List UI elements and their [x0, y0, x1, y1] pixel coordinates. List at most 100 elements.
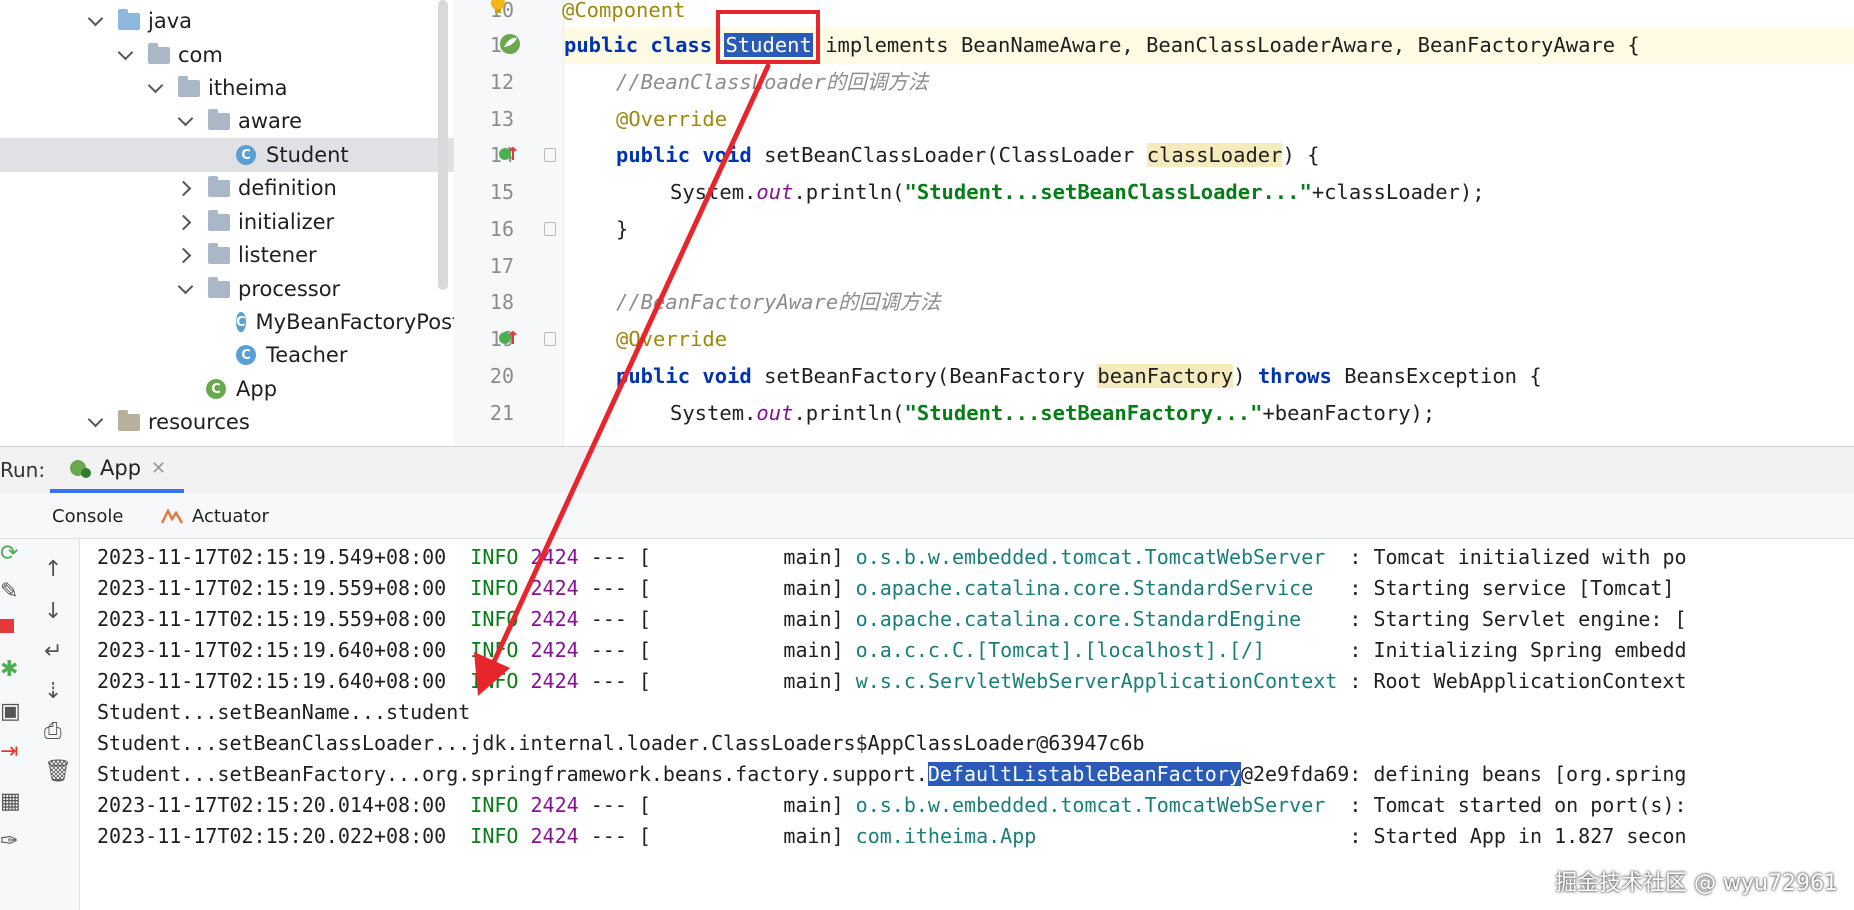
tree-scrollbar[interactable] — [438, 0, 448, 290]
code-editor[interactable]: 10 11 12 13 14 15 16 17 18 19 20 21 @Com… — [454, 0, 1854, 446]
tree-item-definition[interactable]: definition — [0, 171, 454, 205]
separator: --- [ — [590, 824, 651, 848]
logger-name: o.apache.catalina.core.StandardEngine — [855, 607, 1302, 631]
up-arrow-icon[interactable]: ↑ — [44, 557, 62, 582]
tree-item-teacher[interactable]: C Teacher — [0, 338, 454, 372]
camera-icon[interactable]: ▣ — [0, 699, 21, 724]
code-line-13[interactable]: @Override — [616, 101, 727, 138]
restore-icon[interactable]: ✱ — [0, 657, 18, 682]
chevron-right-icon[interactable] — [178, 214, 194, 230]
line-number: 18 — [489, 290, 514, 314]
tree-item-initializer[interactable]: initializer — [0, 205, 454, 239]
log-level: INFO — [470, 793, 519, 817]
soft-wrap-icon[interactable]: ↵ — [44, 639, 62, 664]
code-text: .println( — [793, 180, 905, 204]
logger-name: o.s.b.w.embedded.tomcat.TomcatWebServer — [855, 793, 1326, 817]
code-line-10[interactable]: @Component — [562, 0, 685, 29]
code-line-21[interactable]: System.out.println("Student...setBeanFac… — [670, 395, 1435, 432]
fold-marker-icon[interactable] — [544, 148, 556, 162]
run-label: Run: — [0, 458, 46, 482]
down-arrow-icon[interactable]: ↓ — [44, 599, 62, 624]
log-level: INFO — [470, 545, 519, 569]
bulb-icon[interactable] — [488, 0, 508, 14]
tree-item-java[interactable]: java — [0, 4, 454, 38]
watermark-text: 掘金技术社区 @ wyu72961 — [1555, 871, 1838, 896]
trash-icon[interactable]: 🗑 — [44, 759, 72, 784]
logger-name: o.a.c.c.C.[Tomcat].[localhost].[/] — [855, 638, 1266, 662]
fold-marker-icon[interactable] — [544, 332, 556, 346]
log-message: : Tomcat initialized with po — [1349, 545, 1687, 569]
keyword-text: throws — [1257, 364, 1332, 388]
annotation-text: @Component — [562, 0, 686, 22]
log-message: : Starting service [Tomcat] — [1349, 576, 1675, 600]
class-icon: C — [236, 145, 256, 165]
implements-method-icon[interactable] — [498, 328, 518, 348]
code-line-12[interactable]: //BeanClassLoader的回调方法 — [616, 64, 928, 101]
tree-item-student[interactable]: C Student — [0, 138, 454, 172]
code-text: BeansException { — [1331, 364, 1542, 388]
close-icon[interactable]: ✕ — [151, 458, 166, 479]
fold-marker-icon[interactable] — [544, 222, 556, 236]
tree-item-mybeanfactorypost[interactable]: C MyBeanFactoryPost — [0, 305, 454, 339]
exit-icon[interactable]: ⇥ — [0, 739, 18, 764]
log-line: 2023-11-17T02:15:20.022+08:00 INFO 2424 … — [97, 818, 1687, 854]
selected-text[interactable]: DefaultListableBeanFactory — [927, 762, 1241, 786]
print-icon[interactable]: ⎙ — [44, 719, 62, 744]
spring-bean-icon[interactable] — [498, 32, 522, 56]
package-icon — [208, 108, 230, 130]
thread: main] — [783, 607, 844, 631]
separator: --- [ — [590, 793, 651, 817]
chevron-right-icon[interactable] — [178, 180, 194, 196]
tree-item-com[interactable]: com — [0, 38, 454, 72]
code-line-19[interactable]: @Override — [616, 321, 727, 358]
tree-item-app[interactable]: C App — [0, 372, 454, 406]
tree-item-listener[interactable]: listener — [0, 238, 454, 272]
rerun-icon[interactable]: ⟳ — [0, 541, 18, 566]
line-number: 21 — [489, 401, 514, 425]
source-folder-icon — [118, 8, 140, 30]
code-line-18[interactable]: //BeanFactoryAware的回调方法 — [616, 284, 941, 321]
tab-console[interactable]: Console — [52, 493, 123, 539]
pid: 2424 — [530, 669, 579, 693]
chevron-down-icon[interactable] — [118, 47, 134, 63]
run-tab-label: App — [100, 456, 142, 480]
pin-icon[interactable]: ✑ — [0, 829, 18, 854]
tree-item-itheima[interactable]: itheima — [0, 71, 454, 105]
scroll-to-end-icon[interactable]: ⇣ — [44, 679, 62, 704]
timestamp: 2023-11-17T02:15:19.640+08:00 — [97, 638, 447, 662]
tree-item-aware[interactable]: aware — [0, 104, 454, 138]
tree-item-label: Student — [266, 143, 349, 167]
code-line-14[interactable]: public void setBeanClassLoader(ClassLoad… — [616, 137, 1320, 174]
class-icon: C — [236, 312, 246, 332]
implements-method-icon[interactable] — [498, 144, 518, 164]
tree-item-resources[interactable]: resources — [0, 405, 454, 439]
chevron-down-icon[interactable] — [178, 281, 194, 297]
separator: --- [ — [590, 576, 651, 600]
run-tab-app[interactable]: App ✕ — [50, 447, 185, 493]
pid: 2424 — [530, 545, 579, 569]
chevron-down-icon[interactable] — [88, 414, 104, 430]
keyword-text: public void — [616, 364, 765, 388]
code-line-16[interactable]: } — [616, 211, 628, 248]
actuator-icon — [160, 508, 184, 524]
code-line-20[interactable]: public void setBeanFactory(BeanFactory b… — [616, 358, 1542, 395]
console-output[interactable]: 2023-11-17T02:15:19.549+08:00 INFO 2424 … — [80, 539, 1854, 910]
stop-icon[interactable] — [0, 619, 14, 633]
chevron-down-icon[interactable] — [148, 80, 164, 96]
code-line-15[interactable]: System.out.println("Student...setBeanCla… — [670, 174, 1485, 211]
param-text: classLoader — [1146, 143, 1283, 167]
tree-item-label: initializer — [238, 210, 335, 234]
log-message: : Starting Servlet engine: [ — [1349, 607, 1687, 631]
wrench-icon[interactable]: ✎ — [0, 579, 18, 604]
chevron-right-icon[interactable] — [178, 247, 194, 263]
chevron-down-icon[interactable] — [88, 13, 104, 29]
chevron-down-icon[interactable] — [178, 113, 194, 129]
pid: 2424 — [530, 607, 579, 631]
tab-actuator[interactable]: Actuator — [160, 493, 269, 539]
class-icon: C — [236, 345, 256, 365]
run-tool-window: Run: App ✕ Console Actuator ⟳ ↑ ✎ ↓ ↵ ✱ … — [0, 446, 1854, 910]
layout-icon[interactable]: ▦ — [0, 789, 21, 814]
tree-item-processor[interactable]: processor — [0, 272, 454, 306]
code-text: ) { — [1282, 143, 1320, 167]
annotation-text: @Override — [616, 327, 728, 351]
